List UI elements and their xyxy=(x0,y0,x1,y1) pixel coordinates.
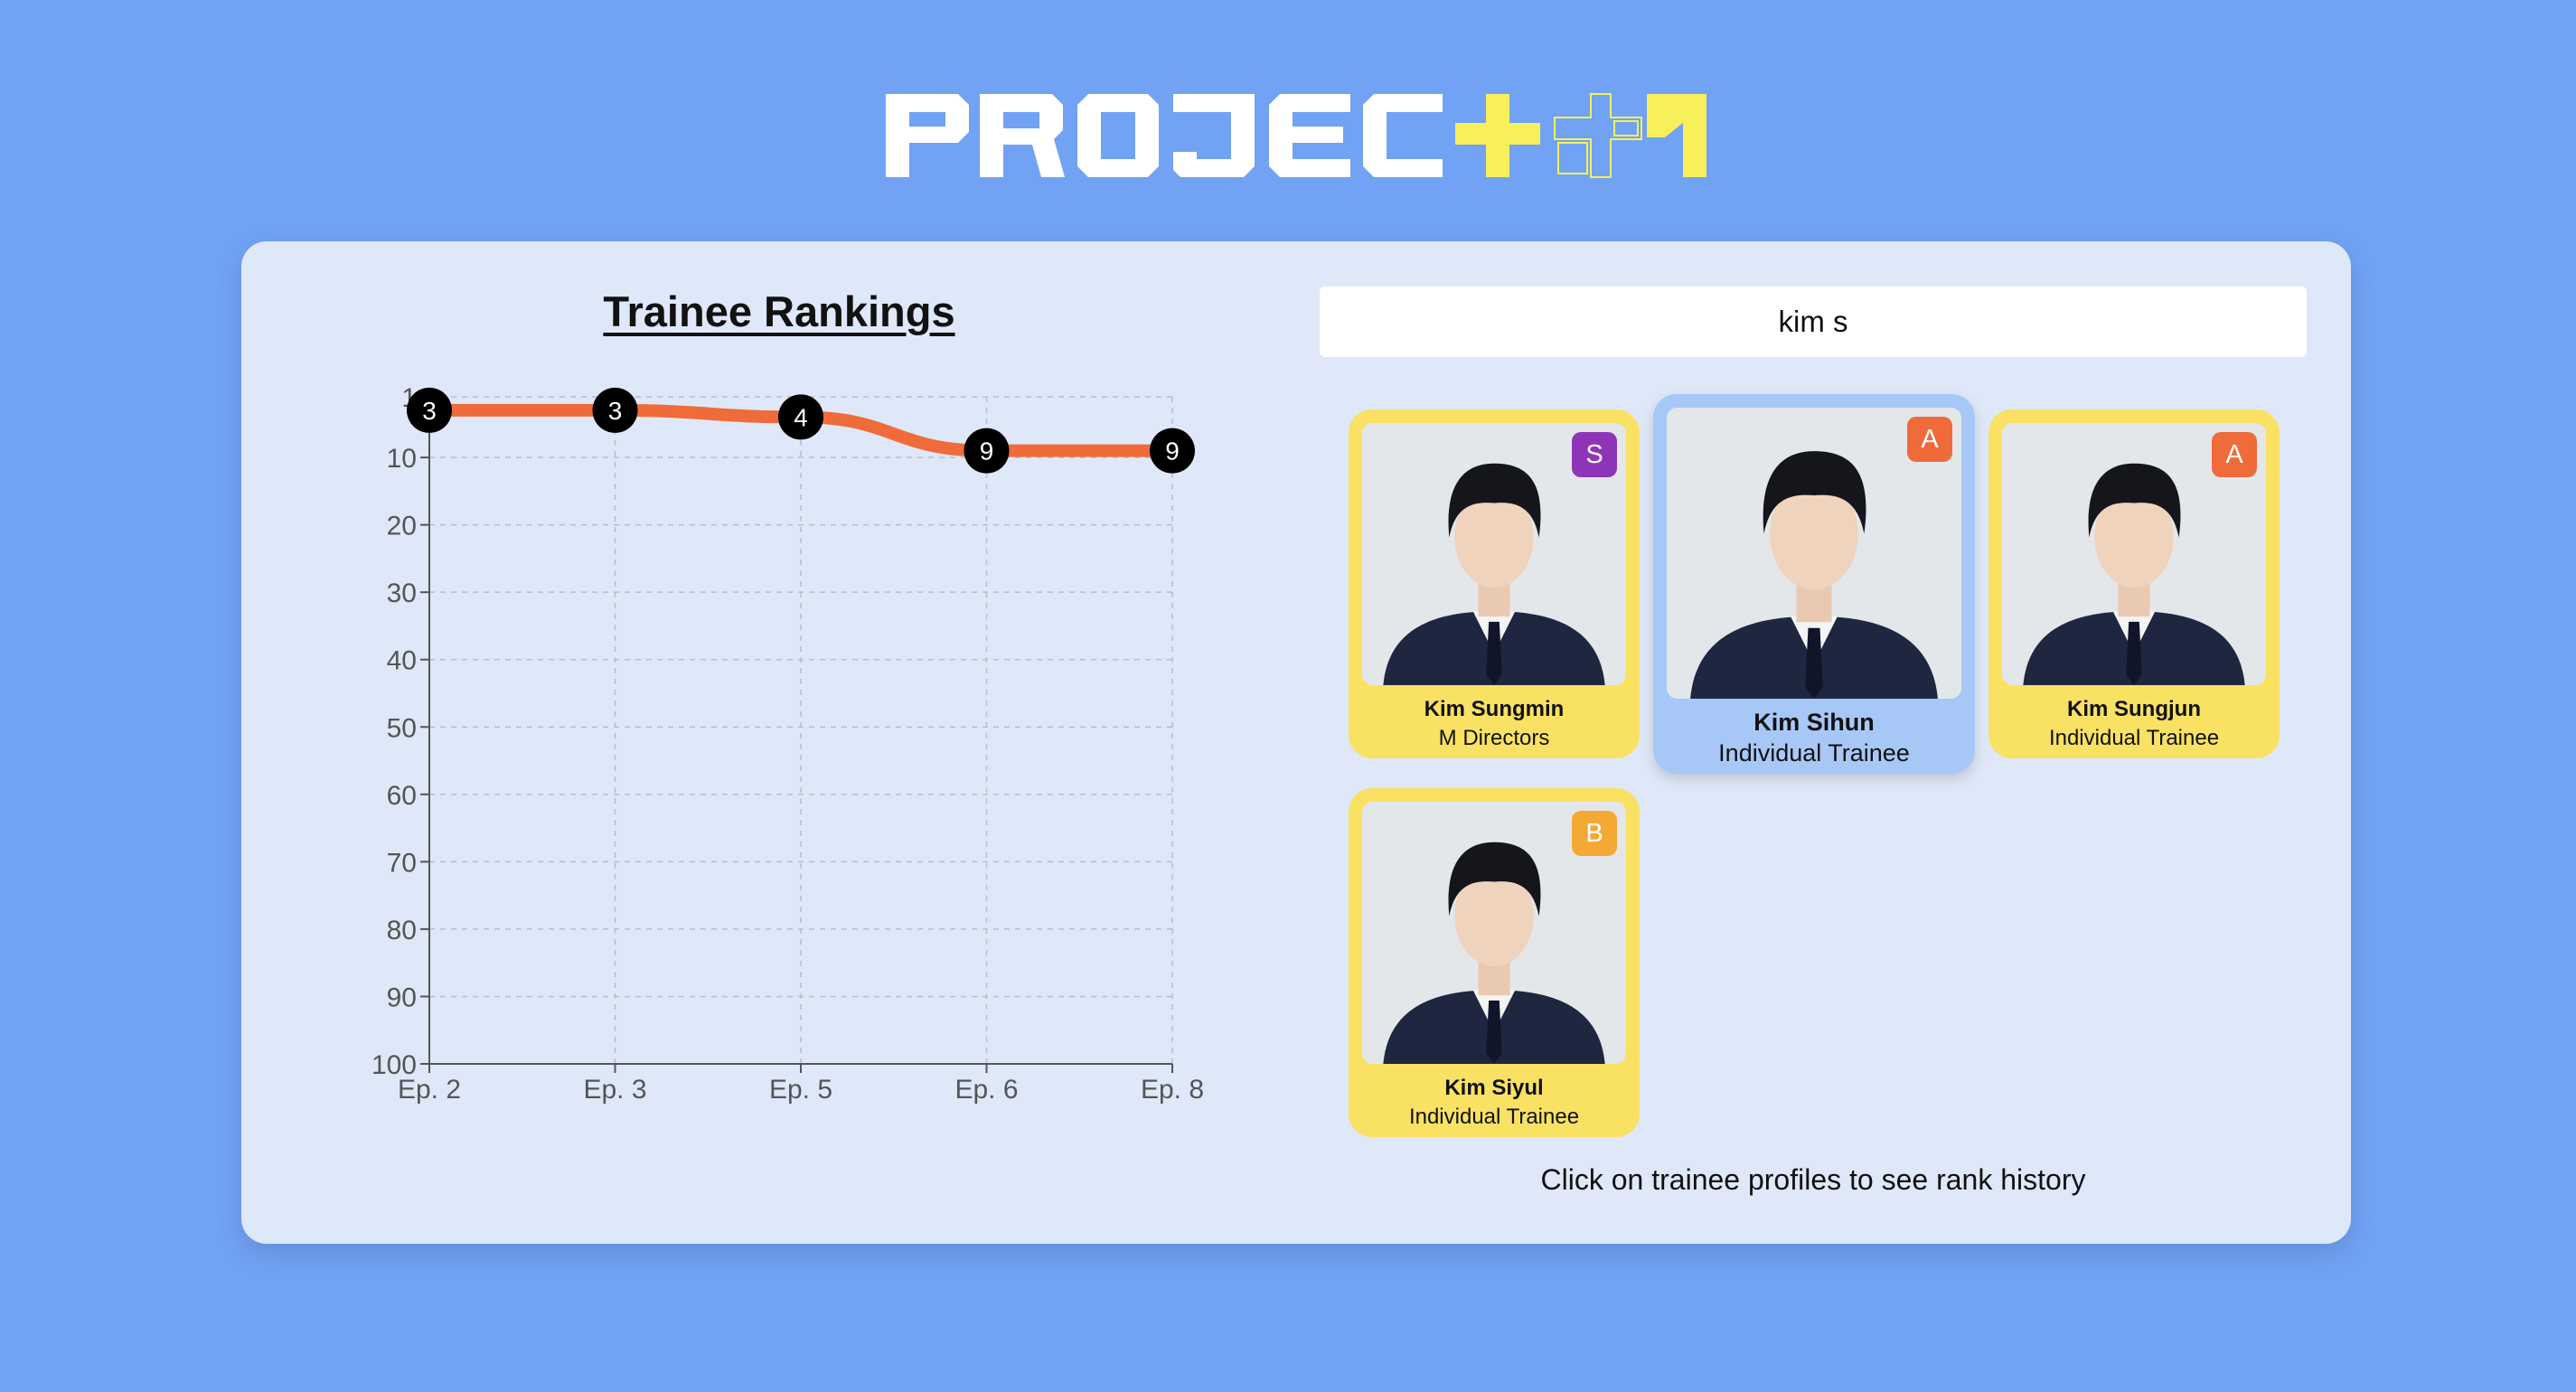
x-tick-label: Ep. 8 xyxy=(1141,1075,1204,1105)
y-tick-label: 50 xyxy=(387,713,417,743)
grade-badge: S xyxy=(1572,432,1617,477)
rank-point-label: 9 xyxy=(1165,437,1180,466)
hint-text: Click on trainee profiles to see rank hi… xyxy=(1540,1163,2086,1196)
trainee-company: Individual Trainee xyxy=(1408,1105,1580,1129)
project7-logo xyxy=(886,93,1706,178)
trainee-card[interactable]: A Kim Sihun Individual Trainee xyxy=(1653,394,1975,774)
rankings-panel: Trainee Rankings 1 10 20 30 40 50 60 70 80 90 100 E… xyxy=(241,241,2351,1244)
y-tick-label: 10 xyxy=(387,444,417,474)
x-tick-label: Ep. 6 xyxy=(954,1075,1018,1105)
trainee-name: Kim Sihun xyxy=(1753,709,1875,736)
grade-badge: A xyxy=(1907,417,1952,462)
x-tick-label: Ep. 5 xyxy=(769,1075,832,1105)
search-input[interactable] xyxy=(1320,287,2307,357)
trainee-card[interactable]: B Kim Siyul Individual Trainee xyxy=(1349,788,1640,1137)
trainee-name: Kim Sungjun xyxy=(2067,697,2201,721)
y-tick-label: 80 xyxy=(387,916,417,945)
y-tick-label: 30 xyxy=(387,578,417,608)
rank-point-label: 9 xyxy=(980,437,994,466)
rank-chart: 1102030405060708090100Ep. 2 Ep. 3 Ep. 5 Ep.… xyxy=(371,383,1204,1105)
y-tick-label: 40 xyxy=(387,646,417,676)
x-tick-label: Ep. 3 xyxy=(583,1075,646,1105)
y-tick-label: 90 xyxy=(387,983,417,1012)
rank-point-label: 3 xyxy=(422,397,437,425)
rank-point-label: 3 xyxy=(608,397,623,425)
y-tick-label: 70 xyxy=(387,848,417,878)
grade-badge: B xyxy=(1572,811,1617,856)
trainee-company: Individual Trainee xyxy=(1718,739,1910,767)
trainee-name: Kim Sungmin xyxy=(1424,697,1565,721)
rank-point-label: 4 xyxy=(794,403,808,431)
trainee-company: Individual Trainee xyxy=(2048,726,2220,750)
y-tick-label: 60 xyxy=(387,781,417,811)
y-tick-label: 20 xyxy=(387,512,417,541)
trainee-card[interactable]: S Kim Sungmin M Directors xyxy=(1349,409,1640,758)
x-tick-label: Ep. 2 xyxy=(398,1075,461,1105)
trainee-company: M Directors xyxy=(1438,726,1550,750)
trainee-card[interactable]: A Kim Sungjun Individual Trainee xyxy=(1988,409,2280,758)
trainee-name: Kim Siyul xyxy=(1444,1076,1544,1100)
grade-badge: A xyxy=(2212,432,2257,477)
